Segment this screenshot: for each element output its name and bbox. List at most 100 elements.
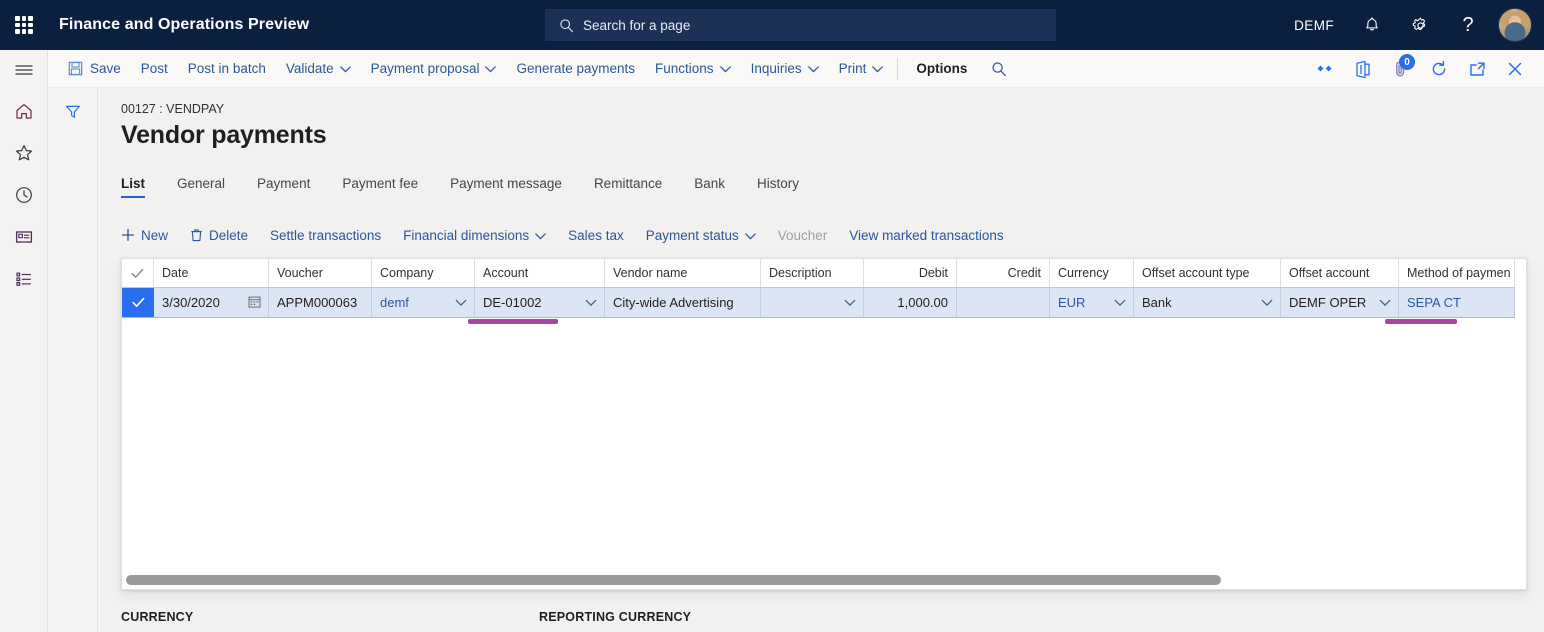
user-avatar[interactable]: [1498, 8, 1532, 42]
command-bar-separator: [897, 58, 898, 80]
functions-button[interactable]: Functions: [645, 50, 741, 88]
grid-command-label: Payment status: [646, 228, 739, 243]
tab-payment-message[interactable]: Payment message: [450, 176, 562, 198]
select-all-checkbox[interactable]: [122, 259, 154, 287]
grid-column-header-debit[interactable]: Debit: [864, 259, 957, 287]
global-search-input[interactable]: Search for a page: [545, 9, 1056, 41]
settle-transactions-button[interactable]: Settle transactions: [270, 228, 381, 243]
table-row[interactable]: 3/30/2020 APPM000063 demfDE-01002 City-wide…: [122, 288, 1515, 318]
tab-remittance[interactable]: Remittance: [594, 176, 662, 198]
post-in-batch-button[interactable]: Post in batch: [178, 50, 276, 88]
cell-value: APPM000063: [277, 295, 357, 310]
inquiries-button[interactable]: Inquiries: [741, 50, 829, 88]
grid-cell-voucher[interactable]: APPM000063: [269, 288, 372, 317]
tab-general[interactable]: General: [177, 176, 225, 198]
plus-icon: [121, 228, 135, 242]
grid-cell-currency[interactable]: EUR: [1050, 288, 1134, 317]
grid-header-row: DateVoucherCompanyAccountVendor nameDesc…: [122, 259, 1515, 288]
notification-bell-icon[interactable]: [1348, 0, 1396, 50]
page-tab-strip: List General Payment Payment fee Payment mes…: [121, 168, 831, 198]
payment-proposal-button[interactable]: Payment proposal: [361, 50, 507, 88]
chevron-down-icon[interactable]: [585, 299, 597, 306]
command-label: Functions: [655, 61, 714, 76]
post-button[interactable]: Post: [131, 50, 178, 88]
grid-column-header-offset-account[interactable]: Offset account: [1281, 259, 1399, 287]
grid-cell-debit[interactable]: 1,000.00: [864, 288, 957, 317]
chevron-down-icon[interactable]: [844, 299, 856, 306]
grid-column-header-vendor-name[interactable]: Vendor name: [605, 259, 761, 287]
cell-value: DEMF OPER: [1289, 295, 1366, 310]
grid-column-header-company[interactable]: Company: [372, 259, 475, 287]
help-question-icon[interactable]: ?: [1444, 0, 1492, 50]
attachments-icon[interactable]: 0: [1382, 50, 1420, 88]
favorites-star-icon[interactable]: [0, 132, 48, 174]
grid-cell-company[interactable]: demf: [372, 288, 475, 317]
cell-value: City-wide Advertising: [613, 295, 734, 310]
grid-column-header-account[interactable]: Account: [475, 259, 605, 287]
grid-horizontal-scrollbar[interactable]: [122, 575, 1515, 585]
row-select-checkbox[interactable]: [122, 288, 154, 317]
options-button[interactable]: Options: [906, 50, 977, 88]
recent-clock-icon[interactable]: [0, 174, 48, 216]
top-bar-right-actions: DEMF ?: [1280, 0, 1544, 50]
modules-list-icon[interactable]: [0, 258, 48, 300]
grid-cell-credit[interactable]: [957, 288, 1050, 317]
company-selector[interactable]: DEMF: [1280, 0, 1348, 50]
close-icon[interactable]: [1496, 50, 1534, 88]
tab-payment[interactable]: Payment: [257, 176, 310, 198]
new-button[interactable]: New: [121, 228, 168, 243]
grid-column-header-date[interactable]: Date: [154, 259, 269, 287]
grid-cell-account[interactable]: DE-01002: [475, 288, 605, 317]
financial-dimensions-button[interactable]: Financial dimensions: [403, 228, 546, 243]
payment-status-button[interactable]: Payment status: [646, 228, 756, 243]
grid-column-header-offset-account-type[interactable]: Offset account type: [1134, 259, 1281, 287]
sales-tax-button[interactable]: Sales tax: [568, 228, 624, 243]
calendar-icon[interactable]: [248, 295, 261, 311]
tab-history[interactable]: History: [757, 176, 799, 198]
chevron-down-icon[interactable]: [455, 299, 467, 306]
delete-button[interactable]: Delete: [190, 228, 248, 243]
chevron-down-icon[interactable]: [1261, 299, 1273, 306]
generate-payments-button[interactable]: Generate payments: [506, 50, 645, 88]
grid-cell-description[interactable]: [761, 288, 864, 317]
grid-column-header-description[interactable]: Description: [761, 259, 864, 287]
relationships-icon[interactable]: [1306, 50, 1344, 88]
grid-command-label: View marked transactions: [849, 228, 1003, 243]
grid-command-label: Voucher: [778, 228, 828, 243]
grid-cell-method-of-paymen[interactable]: SEPA CT: [1399, 288, 1515, 317]
validate-button[interactable]: Validate: [276, 50, 361, 88]
waffle-icon[interactable]: [0, 0, 48, 50]
chevron-down-icon: [535, 228, 546, 243]
breadcrumb: 00127 : VENDPAY: [121, 102, 224, 116]
chevron-down-icon[interactable]: [1114, 299, 1126, 306]
chevron-down-icon[interactable]: [1379, 299, 1391, 306]
tab-bank[interactable]: Bank: [694, 176, 725, 198]
workspaces-icon[interactable]: [0, 216, 48, 258]
grid-horizontal-scrollbar-thumb[interactable]: [126, 575, 1221, 585]
grid-column-header-voucher[interactable]: Voucher: [269, 259, 372, 287]
print-button[interactable]: Print: [829, 50, 894, 88]
grid-column-header-method-of-paymen[interactable]: Method of paymen: [1399, 259, 1515, 287]
settings-gear-icon[interactable]: [1396, 0, 1444, 50]
left-navigation-rail: [0, 50, 48, 632]
tab-list[interactable]: List: [121, 176, 145, 198]
hamburger-menu-icon[interactable]: [0, 50, 48, 90]
grid-column-header-credit[interactable]: Credit: [957, 259, 1050, 287]
home-icon[interactable]: [0, 90, 48, 132]
open-in-new-window-icon[interactable]: [1458, 50, 1496, 88]
tab-payment-fee[interactable]: Payment fee: [342, 176, 418, 198]
grid-cell-offset-account-type[interactable]: Bank: [1134, 288, 1281, 317]
view-marked-transactions-button[interactable]: View marked transactions: [849, 228, 1003, 243]
save-button[interactable]: Save: [58, 50, 131, 88]
grid-cell-date[interactable]: 3/30/2020: [154, 288, 269, 317]
office-app-icon[interactable]: [1344, 50, 1382, 88]
refresh-icon[interactable]: [1420, 50, 1458, 88]
grid-cell-vendor-name[interactable]: City-wide Advertising: [605, 288, 761, 317]
grid-column-header-currency[interactable]: Currency: [1050, 259, 1134, 287]
command-label: Post in batch: [188, 61, 266, 76]
grid-cell-offset-account[interactable]: DEMF OPER: [1281, 288, 1399, 317]
command-label: Post: [141, 61, 168, 76]
filter-icon[interactable]: [48, 88, 98, 136]
command-search-icon[interactable]: [977, 50, 1017, 88]
waffle-grid-glyph: [15, 16, 33, 34]
